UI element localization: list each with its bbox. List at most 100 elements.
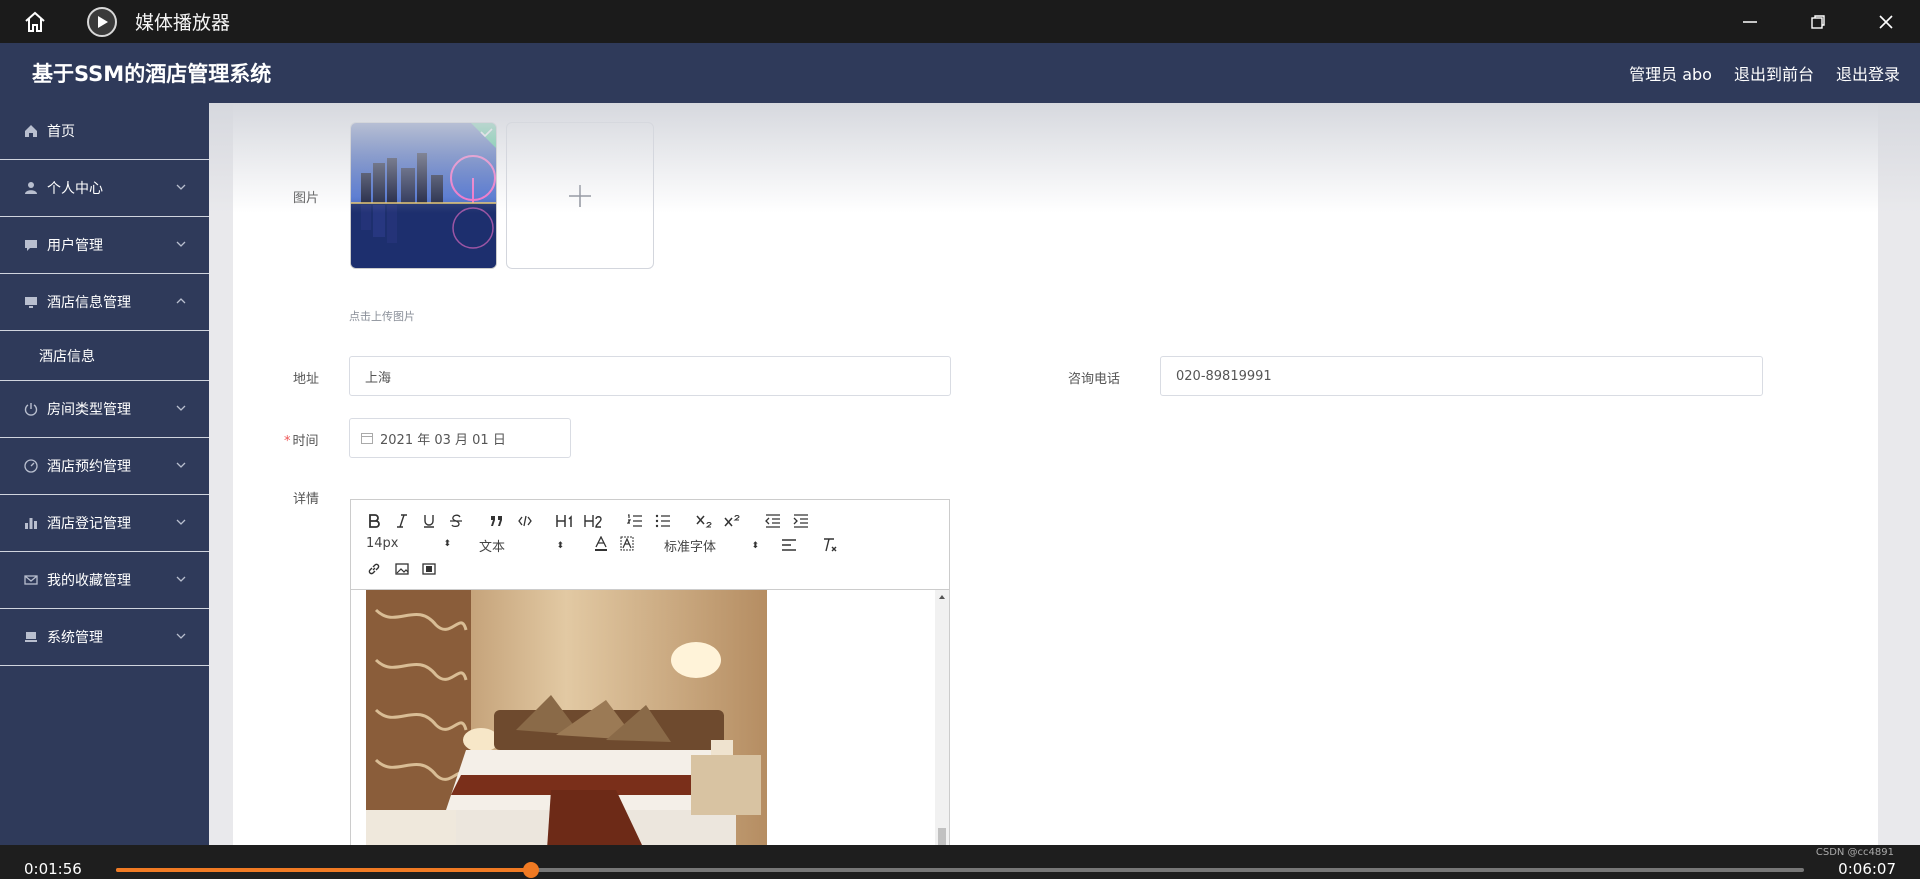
clear-format-button[interactable] xyxy=(818,536,840,554)
video-button[interactable] xyxy=(418,560,440,578)
media-player-titlebar: 媒体播放器 xyxy=(0,0,1920,43)
home-icon xyxy=(23,123,39,139)
code-block-button[interactable] xyxy=(514,512,536,530)
chevron-up-icon xyxy=(176,298,186,304)
city-night-image xyxy=(351,123,496,268)
background-color-button[interactable] xyxy=(616,535,638,553)
sidebar-item-room-types[interactable]: 房间类型管理 xyxy=(0,381,209,438)
subscript-icon xyxy=(696,515,712,528)
editor-content[interactable] xyxy=(351,590,949,845)
user-icon xyxy=(23,180,39,196)
video-controls: 0:01:56 CSDN @cc4891 0:06:07 xyxy=(0,845,1920,879)
bullet-list-icon xyxy=(655,514,670,528)
player-title: 媒体播放器 xyxy=(135,12,231,34)
chevron-down-icon xyxy=(176,241,186,247)
block-type-value: 文本 xyxy=(479,540,506,555)
sidebar-item-home[interactable]: 首页 xyxy=(0,103,209,160)
align-button[interactable] xyxy=(778,536,800,554)
detail-label: 详情 xyxy=(293,492,320,507)
chevron-down-icon xyxy=(176,405,186,411)
sidebar-item-hotel-info[interactable]: 酒店信息管理 xyxy=(0,274,209,331)
strikethrough-icon xyxy=(450,514,462,528)
restore-icon xyxy=(1811,14,1825,29)
superscript-button[interactable] xyxy=(721,512,743,530)
sidebar-item-profile[interactable]: 个人中心 xyxy=(0,160,209,217)
scroll-up-icon xyxy=(939,595,945,599)
sidebar-item-favorites[interactable]: 我的收藏管理 xyxy=(0,552,209,609)
editor-toolbar: 14px ⬍ 文本 ⬍ 标准字体 ⬍ xyxy=(351,500,949,590)
bold-button[interactable] xyxy=(363,512,385,530)
chevron-down-icon xyxy=(176,519,186,525)
home-button[interactable] xyxy=(0,0,70,43)
plus-icon xyxy=(569,184,591,207)
heading2-icon xyxy=(584,515,602,528)
power-icon xyxy=(23,401,39,417)
player-logo-icon xyxy=(87,6,117,37)
upload-hint: 点击上传图片 xyxy=(349,310,415,323)
h1-button[interactable] xyxy=(554,512,576,530)
editor-scrollbar[interactable] xyxy=(935,590,949,845)
bullet-list-button[interactable] xyxy=(652,512,674,530)
admin-name: 管理员 abo xyxy=(1629,65,1712,84)
sidebar-item-users[interactable]: 用户管理 xyxy=(0,217,209,274)
indent-icon xyxy=(793,514,808,528)
front-link[interactable]: 退出到前台 xyxy=(1734,61,1814,85)
required-asterisk: * xyxy=(284,434,291,449)
indent-button[interactable] xyxy=(790,512,812,530)
sidebar-item-label: 酒店预约管理 xyxy=(47,459,131,475)
outdent-button[interactable] xyxy=(762,512,784,530)
blockquote-button[interactable] xyxy=(486,512,508,530)
font-size-select[interactable]: 14px ⬍ xyxy=(366,536,451,551)
italic-button[interactable] xyxy=(391,512,413,530)
subscript-button[interactable] xyxy=(693,512,715,530)
logout-link[interactable]: 退出登录 xyxy=(1836,61,1900,85)
sidebar-subitem-label: 酒店信息 xyxy=(39,348,95,365)
progress-handle[interactable] xyxy=(523,862,540,878)
image-button[interactable] xyxy=(391,560,413,578)
progress-track[interactable] xyxy=(116,862,1804,878)
sidebar-item-label: 酒店信息管理 xyxy=(47,295,131,311)
rich-text-editor[interactable]: 14px ⬍ 文本 ⬍ 标准字体 ⬍ xyxy=(350,499,950,845)
outdent-icon xyxy=(765,514,780,528)
block-type-select[interactable]: 文本 ⬍ xyxy=(479,536,564,555)
restore-button[interactable] xyxy=(1784,0,1852,43)
sidebar-item-label: 用户管理 xyxy=(47,238,103,254)
film-icon xyxy=(422,563,436,575)
link-button[interactable] xyxy=(363,560,385,578)
sidebar-item-system[interactable]: 系统管理 xyxy=(0,609,209,666)
quote-icon xyxy=(491,516,502,526)
font-family-select[interactable]: 标准字体 ⬍ xyxy=(664,536,759,555)
sidebar-subitem-hotel-info[interactable]: 酒店信息 xyxy=(0,331,209,381)
sidebar-item-checkin[interactable]: 酒店登记管理 xyxy=(0,495,209,552)
font-color-button[interactable] xyxy=(590,535,612,553)
close-button[interactable] xyxy=(1852,0,1920,43)
underline-button[interactable] xyxy=(418,512,440,530)
uploaded-image-thumbnail[interactable] xyxy=(350,122,497,269)
image-label: 图片 xyxy=(293,191,320,206)
current-time: 0:01:56 xyxy=(24,860,82,878)
font-family-value: 标准字体 xyxy=(664,540,717,555)
calendar-icon xyxy=(361,433,373,444)
minimize-button[interactable] xyxy=(1716,0,1784,43)
link-icon xyxy=(368,563,380,575)
address-input[interactable]: 上海 xyxy=(349,356,951,396)
date-picker-input[interactable]: 2021 年 03 月 01 日 xyxy=(349,418,571,458)
align-left-icon xyxy=(782,539,796,551)
sidebar-item-reservations[interactable]: 酒店预约管理 xyxy=(0,438,209,495)
strike-button[interactable] xyxy=(445,512,467,530)
ordered-list-button[interactable] xyxy=(624,512,646,530)
scroll-thumb[interactable] xyxy=(938,828,946,845)
phone-input[interactable]: 020-89819991 xyxy=(1160,356,1763,396)
bold-icon xyxy=(369,514,380,528)
hotel-room-image xyxy=(366,590,767,845)
app-brand: 基于SSM的酒店管理系统 xyxy=(32,62,272,86)
chevron-down-icon xyxy=(176,462,186,468)
upload-image-button[interactable] xyxy=(506,122,654,269)
h2-button[interactable] xyxy=(582,512,604,530)
font-size-value: 14px xyxy=(366,536,399,551)
underline-icon xyxy=(424,515,434,528)
phone-value: 020-89819991 xyxy=(1176,368,1272,384)
chevron-down-icon xyxy=(176,576,186,582)
select-arrows-icon: ⬍ xyxy=(443,538,451,549)
form-card: 图片 点击上传图片 地址 上海 咨询电话 020-89819991 * 时间 2… xyxy=(233,103,1878,845)
